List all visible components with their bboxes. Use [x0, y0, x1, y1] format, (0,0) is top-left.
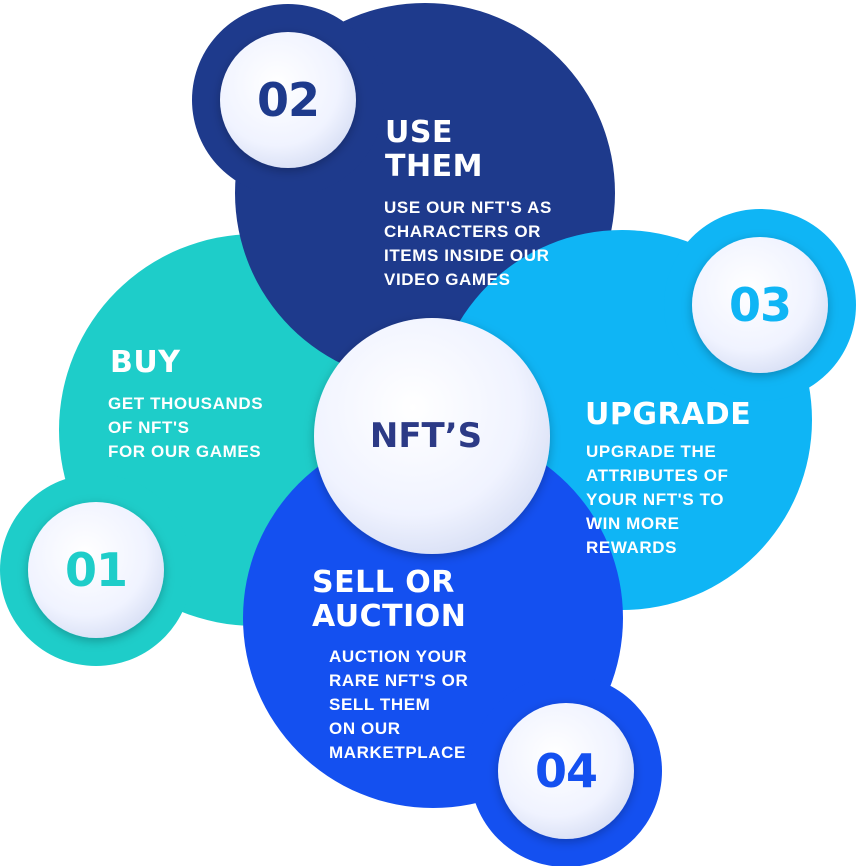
step-02-title: USE THEM [385, 115, 483, 184]
step-04-number: 04 [534, 744, 598, 798]
step-04-description: AUCTION YOUR RARE NFT'S OR SELL THEM ON … [329, 647, 469, 762]
step-01-number: 01 [64, 543, 128, 597]
center-label: NFT’S [369, 416, 483, 456]
step-03-description: UPGRADE THE ATTRIBUTES OF YOUR NFT'S TO … [586, 442, 729, 557]
step-03-number: 03 [728, 278, 792, 332]
step-02-description: USE OUR NFT'S AS CHARACTERS OR ITEMS INS… [384, 198, 552, 289]
step-01-title: BUY [110, 345, 181, 380]
step-03-title: UPGRADE [585, 397, 752, 432]
step-02-number: 02 [256, 73, 320, 127]
step-01-description: GET THOUSANDS OF NFT'S FOR OUR GAMES [108, 394, 264, 461]
step-04-title: SELL OR AUCTION [312, 565, 467, 634]
nft-steps-diagram: NFT’S 01 02 03 04 BUY GET THOUSANDS OF N… [0, 0, 859, 866]
